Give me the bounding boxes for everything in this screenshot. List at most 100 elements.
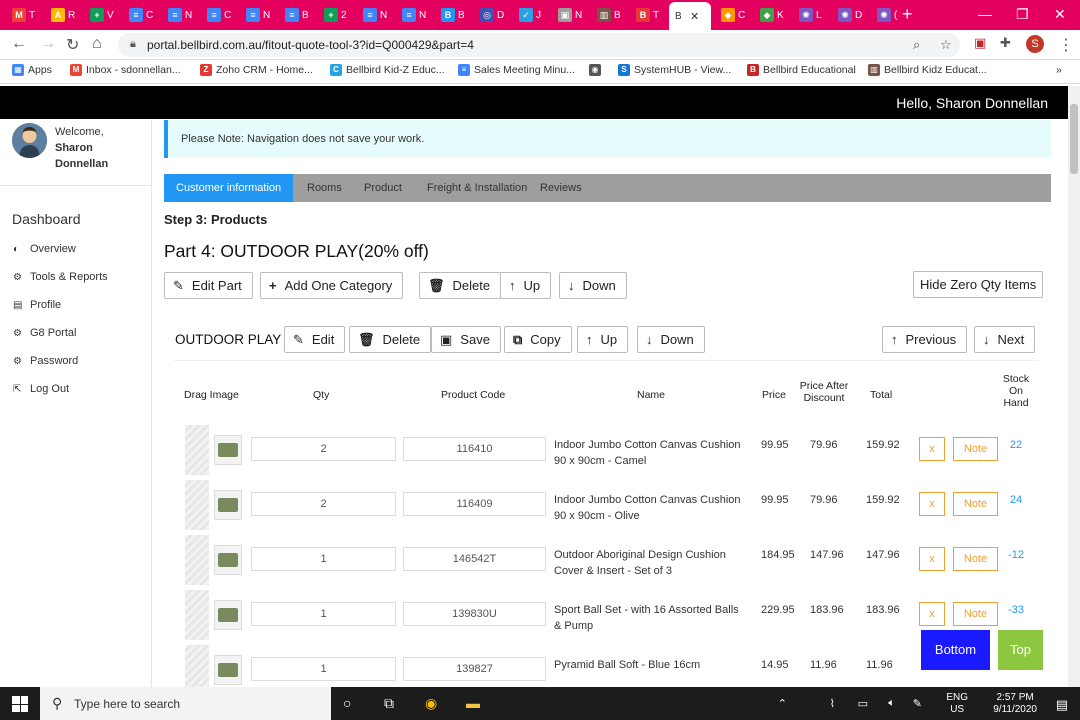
back-icon[interactable]: ← <box>11 35 27 53</box>
browser-tab[interactable]: ▥ B <box>591 4 629 26</box>
sidebar-item-log-out[interactable]: ⇱ Log Out <box>13 383 69 395</box>
bookmark-item[interactable]: C Bellbird Kid-Z Educ... <box>330 64 445 76</box>
taskbar-search[interactable]: ⚲ Type here to search <box>40 687 331 720</box>
drag-handle[interactable] <box>185 590 209 640</box>
browser-tab[interactable]: ≡ N <box>240 4 278 26</box>
tab-freight-installation[interactable]: Freight & Installation <box>415 174 539 202</box>
category-up-button[interactable]: ↑ Up <box>577 326 629 353</box>
tab-customer-information[interactable]: Customer information <box>164 174 294 202</box>
profile-avatar[interactable]: S <box>1026 35 1044 53</box>
drag-handle[interactable] <box>185 425 209 475</box>
hide-zero-qty-button[interactable]: Hide Zero Qty Items <box>913 271 1044 298</box>
browser-tab[interactable]: BT <box>630 4 668 26</box>
copy-category-button[interactable]: ⧉ Copy <box>504 326 572 353</box>
forward-icon[interactable]: → <box>40 35 56 53</box>
volume-icon[interactable]: 🔈︎ <box>888 697 895 710</box>
notifications-icon[interactable]: ▤ <box>1056 697 1068 713</box>
scrollbar-thumb[interactable] <box>1070 104 1078 174</box>
edit-part-button[interactable]: ✎ Edit Part <box>164 272 253 299</box>
category-down-button[interactable]: ↓ Down <box>637 326 705 353</box>
browser-tab[interactable]: + V <box>84 4 122 26</box>
bookmark-item[interactable]: S SystemHUB - View... <box>618 64 731 76</box>
bookmark-item[interactable]: Z Zoho CRM - Home... <box>200 64 313 76</box>
qty-input[interactable]: 2 <box>251 437 396 461</box>
close-tab-icon[interactable]: ✕ <box>690 10 699 23</box>
edit-category-button[interactable]: ✎ Edit <box>284 326 346 353</box>
sidebar-item-g8-portal[interactable]: ⚙ G8 Portal <box>13 327 76 339</box>
tab-product[interactable]: Product <box>352 174 414 202</box>
sidebar-item-overview[interactable]: ◐ Overview <box>13 243 76 255</box>
tab-reviews[interactable]: Reviews <box>528 174 594 202</box>
note-button[interactable]: Note <box>953 492 998 516</box>
windows-start-icon[interactable] <box>12 696 28 712</box>
show-hidden-icons[interactable]: ⌃ <box>778 697 787 710</box>
url-bar[interactable]: 🔒︎ portal.bellbird.com.au/fitout-quote-t… <box>118 33 960 57</box>
browser-tab[interactable]: MT <box>6 4 44 26</box>
part-down-button[interactable]: ↓ Down <box>559 272 627 299</box>
remove-row-button[interactable]: x <box>919 492 945 516</box>
browser-tab[interactable]: ✓ J <box>513 4 551 26</box>
previous-button[interactable]: ↑ Previous <box>882 326 968 353</box>
more-bookmarks-icon[interactable]: » <box>1056 64 1062 76</box>
browser-tab[interactable]: ≡ N <box>396 4 434 26</box>
product-code-input[interactable]: 139830U <box>403 602 546 626</box>
stock-on-hand-link[interactable]: 24 <box>1004 494 1028 506</box>
bookmark-star-icon[interactable]: ☆ <box>940 37 952 53</box>
stock-on-hand-link[interactable]: -33 <box>1004 604 1028 616</box>
extensions-icon[interactable]: ✚ <box>1000 35 1011 51</box>
sidebar-item-password[interactable]: ⚙ Password <box>13 355 78 367</box>
close-window-icon[interactable]: ✕ <box>1054 6 1066 23</box>
product-code-input[interactable]: 146542T <box>403 547 546 571</box>
browser-tab[interactable]: ◆ K <box>754 4 792 26</box>
menu-kebab-icon[interactable]: ⋮ <box>1058 35 1074 55</box>
scroll-top-button[interactable]: Top <box>998 630 1043 670</box>
bookmark-item[interactable]: ▥ Bellbird Kidz Educat... <box>868 64 987 76</box>
bookmark-item[interactable]: ≡ Sales Meeting Minu... <box>458 64 575 76</box>
stock-on-hand-link[interactable]: -12 <box>1004 549 1028 561</box>
tab-rooms[interactable]: Rooms <box>295 174 354 202</box>
task-view-icon[interactable]: ⧉ <box>384 695 394 712</box>
next-button[interactable]: ↓ Next <box>974 326 1036 353</box>
note-button[interactable]: Note <box>953 602 998 626</box>
minimize-icon[interactable]: — <box>978 6 992 22</box>
drag-handle[interactable] <box>185 480 209 530</box>
maximize-icon[interactable]: ❐ <box>1016 6 1029 23</box>
new-tab-icon[interactable]: + <box>902 5 913 23</box>
pen-icon[interactable]: ✎ <box>913 697 922 710</box>
bookmark-item[interactable]: M Inbox - sdonnellan... <box>70 64 181 76</box>
delete-category-button[interactable]: 🗑︎ Delete <box>349 326 432 353</box>
browser-tab[interactable]: ≡ N <box>357 4 395 26</box>
browser-tab[interactable]: B ✕ <box>669 2 711 30</box>
browser-tab[interactable]: ◆ C <box>715 4 753 26</box>
bookmark-item[interactable]: ◉ <box>589 64 601 76</box>
scroll-bottom-button[interactable]: Bottom <box>921 630 990 670</box>
browser-tab[interactable]: ✺ L <box>793 4 831 26</box>
stock-on-hand-link[interactable]: 22 <box>1004 439 1028 451</box>
browser-tab[interactable]: ≡ N <box>162 4 200 26</box>
remove-row-button[interactable]: x <box>919 547 945 571</box>
clock[interactable]: 2:57 PM 9/11/2020 <box>993 692 1037 716</box>
network-icon[interactable]: ⌇ <box>830 697 835 710</box>
add-category-button[interactable]: + Add One Category <box>260 272 404 299</box>
pdf-extension-icon[interactable]: ▣ <box>974 35 986 51</box>
page-scrollbar[interactable] <box>1068 86 1080 687</box>
sidebar-item-tools-reports[interactable]: ⚙ Tools & Reports <box>13 271 108 283</box>
file-explorer-icon[interactable]: ▬ <box>466 695 480 711</box>
browser-tab[interactable]: ✺ D <box>832 4 870 26</box>
delete-part-button[interactable]: 🗑︎ Delete <box>419 272 502 299</box>
part-up-button[interactable]: ↑ Up <box>500 272 552 299</box>
home-icon[interactable]: ⌂ <box>92 35 102 53</box>
product-code-input[interactable]: 116410 <box>403 437 546 461</box>
browser-tab[interactable]: ▣ N <box>552 4 590 26</box>
qty-input[interactable]: 2 <box>251 492 396 516</box>
note-button[interactable]: Note <box>953 437 998 461</box>
reload-icon[interactable]: ↻ <box>66 35 79 55</box>
product-code-input[interactable]: 139827 <box>403 657 546 681</box>
browser-tab[interactable]: ≡ B <box>279 4 317 26</box>
language-indicator[interactable]: ENG US <box>946 692 968 716</box>
browser-tab[interactable]: ≡ C <box>201 4 239 26</box>
chrome-icon[interactable]: ◉ <box>425 695 437 712</box>
browser-tab[interactable]: ◎ D <box>474 4 512 26</box>
bookmark-item[interactable]: B Bellbird Educational <box>747 64 856 76</box>
qty-input[interactable]: 1 <box>251 547 396 571</box>
